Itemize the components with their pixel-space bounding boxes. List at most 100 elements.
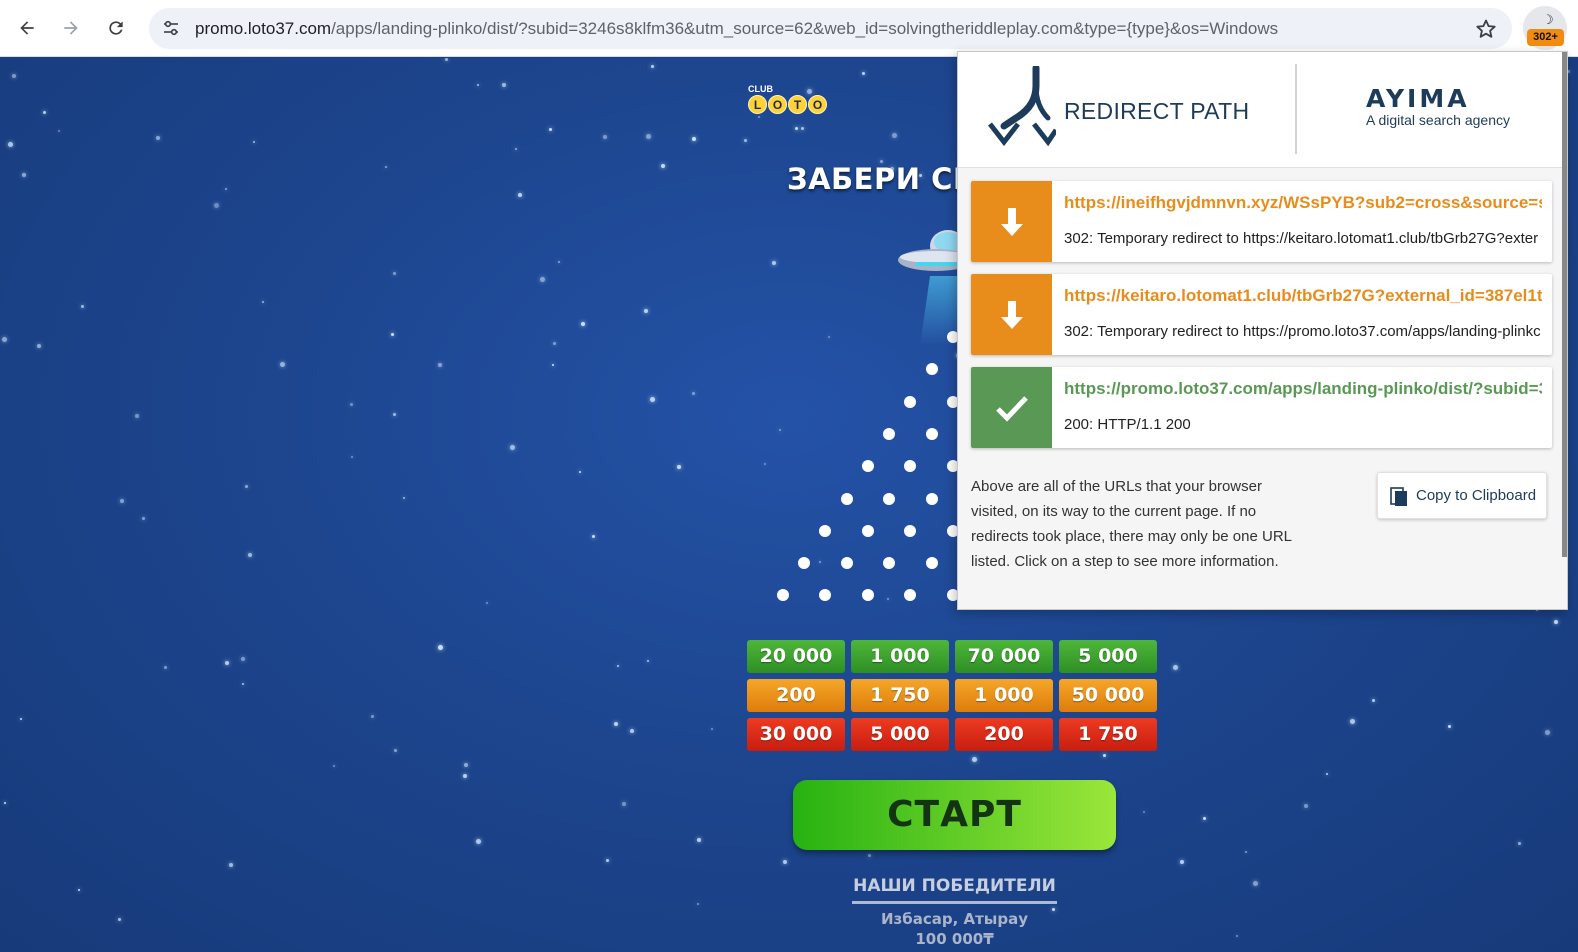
star-dot: [438, 645, 443, 650]
prize-cell: 1 750: [851, 679, 949, 712]
site-info-button[interactable]: [159, 16, 183, 40]
star-dot: [37, 344, 41, 348]
star-dot: [20, 718, 22, 720]
star-dot: [887, 598, 889, 600]
plinko-peg: [925, 557, 938, 570]
star-dot: [795, 127, 798, 130]
star-dot: [248, 553, 252, 557]
prize-cell: 5 000: [1059, 640, 1157, 673]
star-dot: [1326, 773, 1328, 775]
star-dot: [892, 133, 897, 138]
step-status-icon: [971, 367, 1052, 448]
extension-logo-icon: ☽: [1542, 12, 1554, 27]
star-dot: [510, 445, 515, 450]
star-dot: [711, 728, 713, 730]
forward-button[interactable]: [53, 10, 89, 46]
star-dot: [242, 683, 244, 685]
ufo-icon: [898, 230, 966, 271]
reload-button[interactable]: [98, 10, 134, 46]
start-button[interactable]: СТАРТ: [793, 780, 1116, 850]
step-status: 302: Temporary redirect to https://keita…: [1064, 230, 1539, 247]
star-dot: [1448, 725, 1451, 728]
plinko-peg: [861, 460, 874, 473]
plinko-peg: [925, 492, 938, 505]
arrow-down-icon: [1000, 207, 1023, 236]
star-dot: [603, 135, 607, 139]
star-dot: [120, 499, 124, 503]
prize-cell: 20 000: [747, 640, 845, 673]
star-dot: [78, 889, 80, 891]
star-dot: [540, 277, 545, 282]
star-dot: [1203, 817, 1206, 820]
star-dot: [783, 860, 787, 864]
plinko-peg: [904, 460, 917, 473]
star-dot: [350, 403, 353, 406]
logo-letter: L: [748, 95, 767, 114]
redirect-step[interactable]: https://keitaro.lotomat1.club/tbGrb27G?e…: [971, 274, 1552, 355]
header-divider: [1295, 64, 1297, 154]
star-dot: [558, 261, 560, 263]
popup-header: REDIRECT PATH AYIMA A digital search age…: [958, 52, 1567, 168]
star-dot: [1545, 730, 1550, 735]
plinko-peg: [819, 589, 832, 602]
popup-scrollbar[interactable]: [1562, 52, 1567, 557]
star-dot: [403, 497, 405, 499]
winners-title[interactable]: НАШИ ПОБЕДИТЕЛИ: [852, 876, 1057, 904]
star-dot: [1143, 811, 1145, 813]
page-headline: ЗАБЕРИ СВ: [787, 162, 976, 196]
reload-icon: [109, 21, 123, 35]
star-dot: [1372, 699, 1375, 702]
star-dot: [393, 413, 396, 416]
star-dot: [225, 661, 229, 665]
plinko-peg: [925, 363, 938, 376]
tune-icon: [164, 20, 178, 36]
url-host: promo.loto37.com: [195, 19, 332, 38]
star-dot: [351, 456, 353, 458]
arrow-left-icon: [20, 21, 34, 35]
step-status-icon: [971, 274, 1052, 355]
star-dot: [463, 774, 467, 778]
prize-grid: 20 000 1 000 70 000 5 000 200 1 750 1 00…: [747, 640, 1162, 757]
prize-cell: 1 750: [1059, 718, 1157, 751]
star-dot: [22, 173, 26, 177]
final-step[interactable]: https://promo.loto37.com/apps/landing-pl…: [971, 367, 1552, 448]
star-dot: [552, 364, 554, 366]
star-dot: [438, 363, 442, 367]
prize-cell: 1 000: [851, 640, 949, 673]
star-dot: [650, 397, 655, 402]
star-dot: [229, 863, 233, 867]
star-dot: [280, 362, 285, 367]
star-dot: [486, 602, 488, 604]
star-dot: [262, 301, 264, 303]
club-loto-logo: CLUB L O T O: [746, 84, 836, 120]
star-dot: [553, 342, 556, 345]
star-dot: [1245, 851, 1247, 853]
prize-cell: 200: [955, 718, 1053, 751]
ayima-logo[interactable]: AYIMA: [1366, 84, 1470, 113]
star-dot: [677, 465, 681, 469]
star-dot: [8, 142, 13, 147]
address-bar[interactable]: promo.loto37.com/apps/landing-plinko/dis…: [149, 8, 1512, 49]
logo-letter: T: [788, 95, 807, 114]
back-button[interactable]: [9, 10, 45, 46]
star-dot: [464, 763, 468, 767]
star-dot: [142, 517, 145, 520]
redirect-step[interactable]: https://ineifhgvjdmnvn.xyz/WSsPYB?sub2=c…: [971, 181, 1552, 262]
star-dot: [58, 130, 60, 132]
plinko-peg: [840, 492, 853, 505]
star-dot: [644, 309, 648, 313]
star-dot: [622, 802, 626, 806]
star-icon[interactable]: [1474, 17, 1498, 41]
extension-badge: 302+: [1527, 29, 1564, 46]
copy-to-clipboard-button[interactable]: Copy to Clipboard: [1377, 472, 1547, 519]
step-url: https://promo.loto37.com/apps/landing-pl…: [1064, 379, 1542, 398]
star-dot: [164, 666, 167, 669]
star-dot: [972, 757, 977, 762]
star-dot: [614, 722, 618, 726]
browser-toolbar: promo.loto37.com/apps/landing-plinko/dis…: [0, 0, 1578, 57]
plinko-peg: [861, 589, 874, 602]
star-dot: [692, 137, 696, 141]
plinko-peg: [819, 524, 832, 537]
star-dot: [1253, 881, 1258, 886]
plinko-peg: [883, 492, 896, 505]
